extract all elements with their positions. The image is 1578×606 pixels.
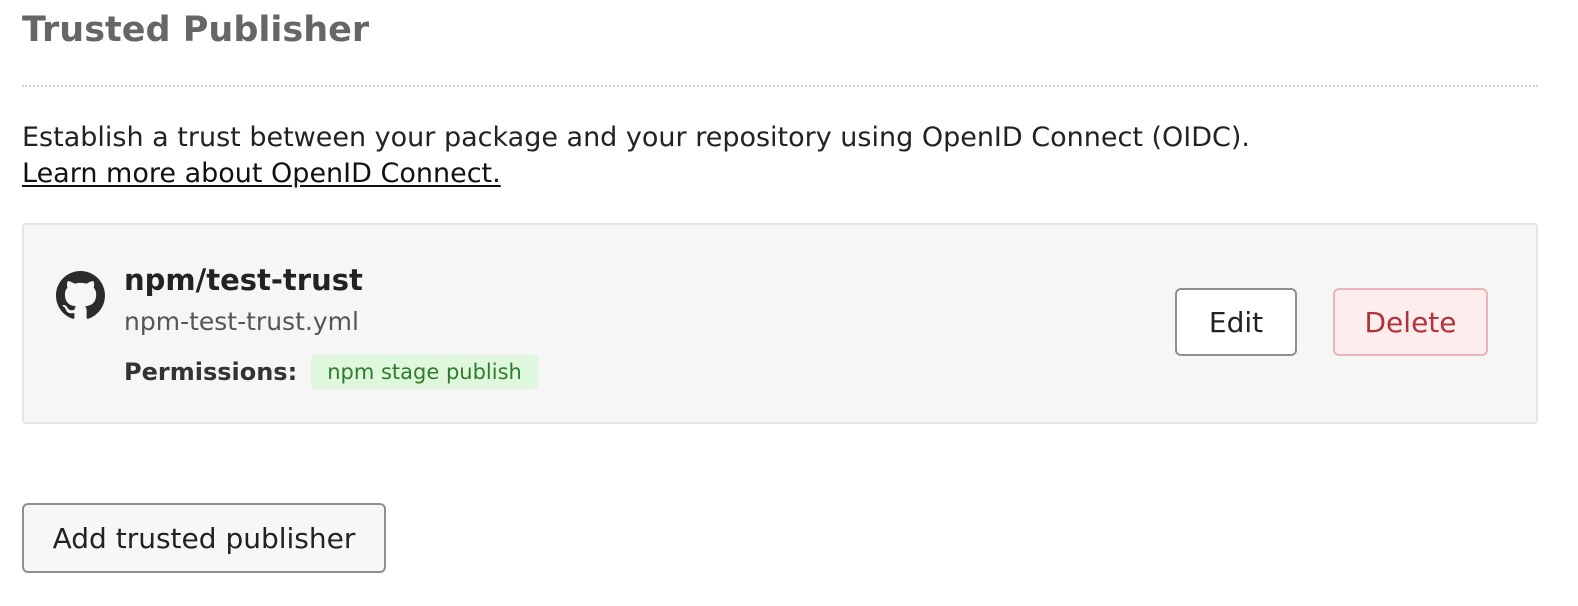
publisher-repository: npm/test-trust <box>124 263 363 297</box>
delete-button[interactable]: Delete <box>1333 288 1488 356</box>
section-title: Trusted Publisher <box>22 10 370 50</box>
permissions-row: Permissions: npm stage publish <box>124 355 538 389</box>
add-trusted-publisher-button[interactable]: Add trusted publisher <box>22 503 386 573</box>
section-description: Establish a trust between your package a… <box>22 122 1250 153</box>
learn-more-link[interactable]: Learn more about OpenID Connect. <box>22 156 501 192</box>
edit-button[interactable]: Edit <box>1175 288 1297 356</box>
publisher-workflow-file: npm-test-trust.yml <box>124 307 359 336</box>
permissions-label: Permissions: <box>124 358 298 386</box>
trusted-publisher-card: npm/test-trust npm-test-trust.yml Permis… <box>22 223 1538 424</box>
section-divider <box>22 85 1538 87</box>
permission-badge: npm stage publish <box>311 355 538 389</box>
github-icon <box>56 271 105 320</box>
